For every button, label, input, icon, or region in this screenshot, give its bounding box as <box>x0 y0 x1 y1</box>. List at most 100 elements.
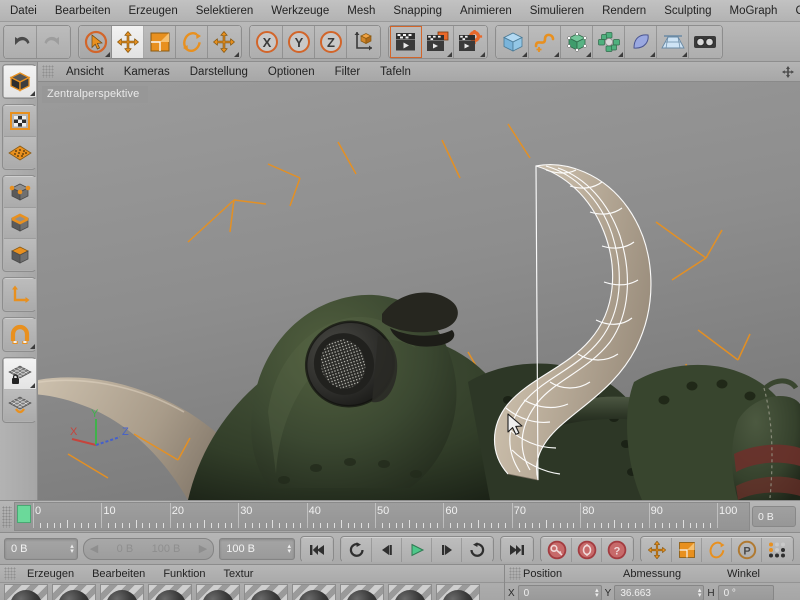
key-pla-button[interactable]: P <box>732 537 762 562</box>
panel-grip-icon[interactable] <box>509 567 521 580</box>
axis-x-button[interactable]: X <box>251 25 283 58</box>
material-thumbnail[interactable] <box>196 584 240 600</box>
material-thumbnail[interactable] <box>148 584 192 600</box>
points-grid-button[interactable] <box>3 137 36 168</box>
skip-to-end-button[interactable] <box>502 537 532 562</box>
menu-erzeugen[interactable]: Erzeugen <box>119 0 186 22</box>
nurbs-generator-button[interactable] <box>561 25 593 58</box>
coord-position-x-field[interactable]: 0 ▴ ▾ <box>517 585 602 600</box>
loop-button[interactable] <box>462 537 492 562</box>
vpmenu-optionen[interactable]: Optionen <box>258 62 325 82</box>
play-button[interactable] <box>402 537 432 562</box>
axis-z-button[interactable]: Z <box>315 25 347 58</box>
make-editable-button[interactable] <box>3 66 36 97</box>
workplane-button[interactable] <box>3 390 36 421</box>
step-back-button[interactable] <box>372 537 402 562</box>
menu-mesh[interactable]: Mesh <box>338 0 384 22</box>
camera-button[interactable] <box>689 25 721 58</box>
play-backward-button[interactable] <box>342 537 372 562</box>
key-selection-button[interactable]: ? <box>602 537 632 562</box>
key-scale-button[interactable] <box>672 537 702 562</box>
menu-charakter[interactable]: Charak <box>786 0 800 22</box>
viewport-panel[interactable]: Ansicht Kameras Darstellung Optionen Fil… <box>38 62 800 500</box>
current-time-field[interactable]: 0 B ▴ ▾ <box>4 537 78 560</box>
matmenu-erzeugen[interactable]: Erzeugen <box>18 565 83 583</box>
scale-tool-button[interactable] <box>144 25 176 58</box>
scene-object-button[interactable] <box>657 25 689 58</box>
render-view-button[interactable] <box>390 25 422 58</box>
panel-grip-icon[interactable] <box>42 65 54 78</box>
material-thumbnail[interactable] <box>100 584 144 600</box>
modeling-objects-button[interactable] <box>593 25 625 58</box>
key-parameters-button[interactable] <box>762 537 792 562</box>
coord-size-y-field[interactable]: 36.663 ▴ ▾ <box>614 585 705 600</box>
render-settings-button[interactable] <box>454 25 486 58</box>
viewport-pan-icon[interactable] <box>780 65 796 84</box>
vpmenu-kameras[interactable]: Kameras <box>114 62 180 82</box>
object-axis-button[interactable] <box>3 279 36 310</box>
vpmenu-ansicht[interactable]: Ansicht <box>56 62 114 82</box>
spline-button[interactable] <box>529 25 561 58</box>
material-list[interactable] <box>0 583 504 600</box>
spinner-icon[interactable]: ▴ ▾ <box>287 543 291 555</box>
menu-datei[interactable]: Datei <box>0 0 46 22</box>
edge-mode-button[interactable] <box>3 208 36 239</box>
material-thumbnail[interactable] <box>244 584 288 600</box>
undo-button[interactable] <box>5 25 37 58</box>
menu-snapping[interactable]: Snapping <box>384 0 451 22</box>
range-right-arrow-icon[interactable]: ▶ <box>199 542 207 555</box>
redo-button[interactable] <box>37 25 69 58</box>
vpmenu-tafeln[interactable]: Tafeln <box>370 62 421 82</box>
deformer-button[interactable] <box>625 25 657 58</box>
spinner-icon[interactable]: ▴ ▾ <box>595 587 599 599</box>
coord-angle-h-field[interactable]: 0 ° <box>717 585 774 600</box>
move-axis-button[interactable] <box>208 25 240 58</box>
matmenu-bearbeiten[interactable]: Bearbeiten <box>83 565 154 583</box>
menu-rendern[interactable]: Rendern <box>593 0 655 22</box>
menu-mograph[interactable]: MoGraph <box>721 0 787 22</box>
key-position-button[interactable] <box>642 537 672 562</box>
polygon-mode-button[interactable] <box>3 239 36 270</box>
menu-werkzeuge[interactable]: Werkzeuge <box>262 0 338 22</box>
timeline-ruler[interactable]: 0 10 20 30 40 50 60 70 80 90 100 <box>14 502 750 531</box>
timeline-end-field[interactable]: 0 B <box>752 506 796 527</box>
matmenu-textur[interactable]: Textur <box>215 565 263 583</box>
live-selection-button[interactable] <box>80 25 112 58</box>
spinner-icon[interactable]: ▴ ▾ <box>70 543 74 555</box>
skip-to-start-button[interactable] <box>302 537 332 562</box>
key-rotation-button[interactable] <box>702 537 732 562</box>
vpmenu-filter[interactable]: Filter <box>325 62 371 82</box>
workplane-lock-button[interactable] <box>3 359 36 390</box>
point-mode-button[interactable] <box>3 177 36 208</box>
preview-range-field[interactable]: ◀ 0 B 100 B ▶ <box>82 537 215 560</box>
render-to-picture-viewer-button[interactable] <box>422 25 454 58</box>
vpmenu-darstellung[interactable]: Darstellung <box>180 62 258 82</box>
texture-axis-button[interactable] <box>3 106 36 137</box>
material-thumbnail[interactable] <box>4 584 48 600</box>
viewport-3d-scene[interactable]: Zentralperspektive X Y Z <box>38 82 800 500</box>
menu-simulieren[interactable]: Simulieren <box>521 0 593 22</box>
range-left-arrow-icon[interactable]: ◀ <box>90 542 98 555</box>
material-thumbnail[interactable] <box>340 584 384 600</box>
document-end-field[interactable]: 100 B ▴ ▾ <box>219 537 295 560</box>
menu-bearbeiten[interactable]: Bearbeiten <box>46 0 120 22</box>
menu-animieren[interactable]: Animieren <box>451 0 521 22</box>
timeline-grip-icon[interactable] <box>2 505 12 528</box>
menu-sculpting[interactable]: Sculpting <box>655 0 720 22</box>
axis-y-button[interactable]: Y <box>283 25 315 58</box>
magnet-snap-button[interactable] <box>3 319 36 350</box>
autokey-button[interactable] <box>572 537 602 562</box>
matmenu-funktion[interactable]: Funktion <box>154 565 214 583</box>
material-thumbnail[interactable] <box>388 584 432 600</box>
record-key-button[interactable] <box>542 537 572 562</box>
timeline-playhead[interactable] <box>17 505 31 523</box>
move-tool-button[interactable] <box>112 25 144 58</box>
primitive-cube-button[interactable] <box>497 25 529 58</box>
material-thumbnail[interactable] <box>292 584 336 600</box>
world-coordinates-button[interactable] <box>347 25 379 58</box>
step-forward-button[interactable] <box>432 537 462 562</box>
panel-grip-icon[interactable] <box>4 567 16 580</box>
rotate-tool-button[interactable] <box>176 25 208 58</box>
material-thumbnail[interactable] <box>436 584 480 600</box>
spinner-icon[interactable]: ▴ ▾ <box>698 587 702 599</box>
